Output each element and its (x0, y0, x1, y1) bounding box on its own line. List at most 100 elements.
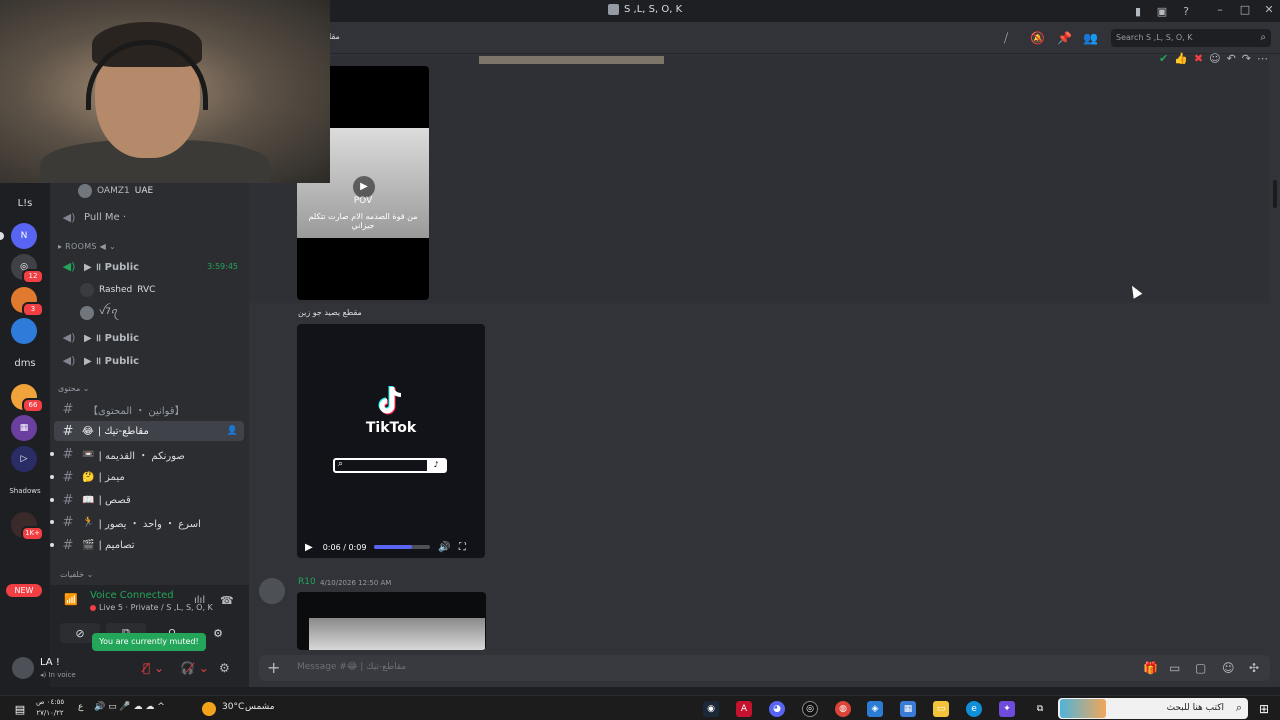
voice-member[interactable]: OAMZ1 UAE (78, 184, 153, 198)
add-reaction-icon[interactable]: ☺ (1209, 52, 1220, 65)
discord-taskbar-icon[interactable]: ◕ (769, 701, 785, 717)
server-shadows[interactable]: Shadows (4, 487, 46, 495)
video-attachment[interactable] (297, 592, 486, 650)
text-channel[interactable]: # 🤔 | ميمز (50, 467, 244, 487)
text-channel[interactable]: # 🏃 | اسرع ・ واحد ・ يصور (50, 512, 244, 532)
text-channel-active[interactable]: # 😂 | مقاطع-تيك 👤 (54, 421, 244, 441)
weather-label[interactable]: مشمس (245, 702, 275, 712)
tiktok-wordmark: TikTok (365, 420, 417, 436)
tiktok-video[interactable]: TikTok ⌕ ♪ ▶ 0:06 / 0:09 🔊 ⛶ (297, 324, 485, 558)
channel-pull-me[interactable]: ◀) Pull Me · (54, 207, 244, 227)
disconnect-icon[interactable]: ☎ (220, 594, 234, 607)
forward-icon[interactable]: ↷ (1242, 52, 1251, 65)
reply-icon[interactable]: ↶ (1227, 52, 1236, 65)
clock[interactable]: ٠٤:٥٥ ص ٢٧/١٠/٢٢ (36, 697, 64, 719)
server-icon[interactable]: ▦ (11, 415, 37, 441)
notification-off-icon[interactable]: 🔕 (1030, 31, 1045, 45)
user-name[interactable]: LA ! (40, 657, 60, 668)
text-channel[interactable]: # 🎬 | تصاميم (50, 535, 244, 555)
sticker-icon[interactable]: ▢ (1195, 661, 1206, 675)
steam-icon[interactable]: ◉ (703, 701, 719, 717)
video-time: 0:06 / 0:09 (322, 542, 367, 552)
apps-icon[interactable]: ✣ (1249, 661, 1259, 675)
bookmark-icon[interactable]: ▮ (1131, 4, 1145, 18)
headset-deafened-icon[interactable]: 🎧̸ ⌄ (180, 661, 209, 675)
file-explorer-icon[interactable]: ▭ (933, 701, 949, 717)
message-composer[interactable]: + Message #😂 | مقاطع-تيك 🎁 ▭ ▢ ☺ ✣ (259, 655, 1270, 681)
channel-label: | اسرع ・ واحد ・ يصور (98, 518, 201, 530)
notification-center-icon[interactable]: ▤ (12, 701, 28, 717)
tiktok-mini-icon: ♪ (427, 460, 445, 471)
maximize-button[interactable]: □ (1235, 3, 1255, 19)
category-rooms[interactable]: ▸ ROOMS ◀ ⌄ (58, 242, 116, 251)
emoji-icon[interactable]: ☺ (1222, 661, 1235, 675)
start-icon[interactable]: ⊞ (1256, 701, 1272, 717)
weather-temp[interactable]: 30°C (222, 702, 244, 712)
obs-icon[interactable]: ◎ (802, 701, 818, 717)
weather-icon[interactable] (202, 702, 216, 716)
threads-icon[interactable]: ⧸ (1004, 31, 1008, 46)
voice-channel-public-1[interactable]: ◀) ▶ ॥ Public 3:59:45 (54, 256, 244, 276)
server-lis[interactable]: L!s (4, 198, 46, 209)
play-icon[interactable]: ▶ (305, 542, 313, 553)
voice-member[interactable]: Rashed RVC (80, 283, 155, 297)
text-channel[interactable]: # 📼 | صورنكم ・ القديمه (50, 444, 244, 464)
x-reaction-icon[interactable]: ✖ (1194, 52, 1203, 65)
more-icon[interactable]: ⋯ (1257, 52, 1268, 65)
progress-bar[interactable] (374, 545, 431, 549)
scrollbar-thumb[interactable] (1273, 180, 1277, 208)
server-bot-icon[interactable]: N (11, 223, 37, 249)
chrome-icon[interactable]: ◍ (835, 701, 851, 717)
fullscreen-icon[interactable]: ⛶ (459, 542, 466, 553)
voice-member[interactable]: ꪜ7ꪖ (80, 303, 118, 322)
app-blue-icon[interactable]: ◈ (867, 701, 883, 717)
thumbs-up-icon[interactable]: 👍 (1174, 52, 1188, 65)
settings-icon[interactable]: ⚙ (219, 661, 230, 675)
copilot-icon[interactable]: ✦ (999, 701, 1015, 717)
tray-icons[interactable]: 🔊 ▭ 🎤 ☁ ☁ ^ (94, 702, 165, 712)
edge-icon[interactable]: e (966, 701, 982, 717)
app-a-icon[interactable]: A (736, 701, 752, 717)
discord-window: S ,L, S, O, K ▮ ▣ ? – □ ✕ L!s N ◎ 12 3 d… (0, 0, 1280, 720)
user-avatar[interactable] (12, 657, 34, 679)
taskbar-search-placeholder: اكتب هنا للبحث (1166, 703, 1224, 713)
pin-icon[interactable]: 📌 (1057, 31, 1072, 45)
message-author[interactable]: R10 (298, 577, 316, 587)
close-button[interactable]: ✕ (1259, 3, 1279, 19)
voice-channel-public-2[interactable]: ◀) ▶ ॥ Public (54, 327, 244, 347)
mention-badge: 12 (22, 269, 44, 284)
server-dms[interactable]: dms (4, 358, 46, 369)
voice-channel-public-3[interactable]: ◀) ▶ ॥ Public (54, 350, 244, 370)
search-input[interactable]: Search S ,L, S, O, K ⌕ (1111, 29, 1271, 47)
check-reaction-icon[interactable]: ✔ (1159, 52, 1168, 65)
member-list-icon[interactable]: 👥 (1083, 31, 1098, 45)
gif-icon[interactable]: ▭ (1169, 661, 1180, 675)
category-backgrounds[interactable]: خلفيات ⌄ (60, 570, 93, 579)
signal-icon: 📶 (64, 593, 78, 606)
add-member-icon[interactable]: 👤 (227, 426, 238, 436)
hash-icon: # (62, 537, 74, 553)
inbox-icon[interactable]: ▣ (1155, 4, 1169, 18)
text-channel[interactable]: # 【قوانين ・ المحتوى】 (54, 399, 244, 419)
channel-name: مقاطع-تيك (104, 425, 149, 437)
mic-muted-icon[interactable]: 🎙̸ ⌄ (143, 661, 164, 675)
voice-timer: 3:59:45 (207, 261, 238, 271)
noise-icon[interactable]: ılıl (194, 595, 205, 606)
volume-icon[interactable]: 🔊 (438, 542, 450, 553)
help-icon[interactable]: ? (1179, 4, 1193, 18)
text-channel[interactable]: # 📖 | قصص (50, 490, 244, 510)
category-content[interactable]: محتوى ⌄ (58, 384, 90, 393)
avatar[interactable] (259, 578, 285, 604)
store-icon[interactable]: ▦ (900, 701, 916, 717)
language-indicator[interactable]: ع (78, 702, 83, 712)
add-attachment-icon[interactable]: + (267, 658, 280, 677)
taskbar-search[interactable]: اكتب هنا للبحث ⌕ (1058, 698, 1248, 719)
voice-connected-title: Voice Connected (90, 590, 174, 601)
task-view-icon[interactable]: ⧉ (1032, 701, 1048, 717)
window-title: S ,L, S, O, K (608, 4, 682, 15)
minimize-button[interactable]: – (1210, 3, 1230, 19)
server-icon[interactable] (11, 318, 37, 344)
gift-icon[interactable]: 🎁 (1143, 661, 1158, 675)
play-icon[interactable]: ▶ (353, 176, 375, 198)
server-icon[interactable]: ▷ (11, 446, 37, 472)
